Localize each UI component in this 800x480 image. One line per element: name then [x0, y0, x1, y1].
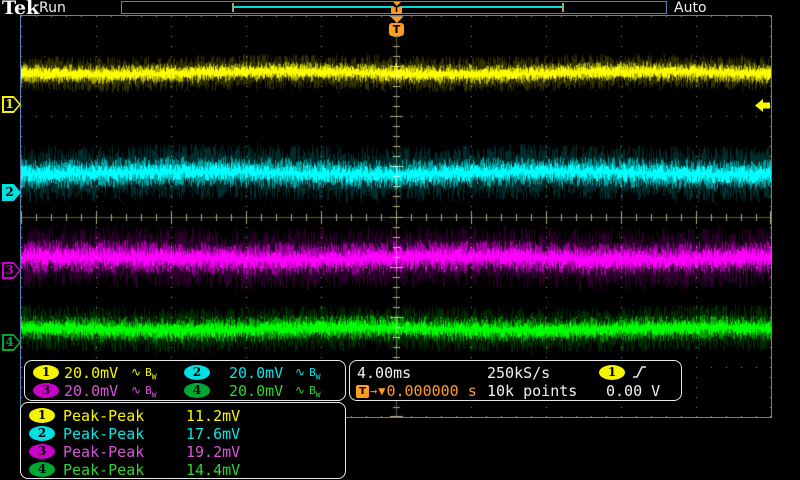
- channel-2-bandwidth-icon: ∿BW: [295, 365, 321, 381]
- channel-readouts: 1 20.0mV ∿BW 2 20.0mV ∿BW 3 20.0mV ∿BW 4…: [24, 360, 346, 401]
- channel-3-bandwidth-icon: ∿BW: [131, 383, 157, 399]
- channel-4-marker[interactable]: 4: [2, 334, 21, 351]
- measurement-row[interactable]: 1 Peak-Peak 11.2mV: [21, 407, 345, 425]
- channel-1-scale[interactable]: 20.0mV: [64, 364, 118, 382]
- measurement-label: Peak-Peak: [63, 461, 144, 479]
- channel-1-marker[interactable]: 1: [2, 96, 21, 113]
- channel-3-badge[interactable]: 3: [33, 383, 59, 398]
- channel-3-marker[interactable]: 3: [2, 262, 21, 279]
- trigger-source-badge[interactable]: 1: [599, 365, 625, 380]
- measurement-label: Peak-Peak: [63, 443, 144, 461]
- trigger-position-marker[interactable]: T: [389, 17, 404, 36]
- graticule: [20, 15, 772, 418]
- channel-3-badge: 3: [29, 444, 55, 459]
- trigger-level-icon[interactable]: [754, 98, 771, 113]
- measurement-value: 19.2mV: [186, 443, 240, 461]
- channel-2-badge[interactable]: 2: [184, 365, 210, 380]
- channel-2-scale[interactable]: 20.0mV: [229, 364, 283, 382]
- acquisition-status: Run: [39, 0, 66, 16]
- measurement-value: 14.4mV: [186, 461, 240, 479]
- channel-4-bandwidth-icon: ∿BW: [295, 383, 321, 399]
- horizontal-scale[interactable]: 4.00ms: [357, 364, 411, 382]
- channel-4-badge: 4: [29, 462, 55, 477]
- measurement-row[interactable]: 3 Peak-Peak 19.2mV: [21, 443, 345, 461]
- measurement-label: Peak-Peak: [63, 425, 144, 443]
- channel-4-badge[interactable]: 4: [184, 383, 210, 398]
- channel-2-marker[interactable]: 2: [2, 184, 21, 201]
- arrow-down-icon: ▼: [378, 384, 385, 398]
- measurement-value: 11.2mV: [186, 407, 240, 425]
- record-length: 10k points: [487, 382, 577, 400]
- measurement-label: Peak-Peak: [63, 407, 144, 425]
- measurement-readouts: 1 Peak-Peak 11.2mV 2 Peak-Peak 17.6mV 3 …: [20, 402, 346, 479]
- trigger-t-icon: T: [356, 385, 369, 398]
- arrow-right-icon: →: [370, 384, 377, 398]
- waveform-canvas: [21, 16, 771, 417]
- acquisition-preview-bar[interactable]: T: [121, 1, 667, 14]
- oscilloscope-screen: Tek Run Auto T T 1 2 3 4 1 20: [0, 0, 800, 480]
- channel-1-bandwidth-icon: ∿BW: [131, 365, 157, 381]
- window-end-tick: [562, 3, 564, 12]
- channel-4-scale[interactable]: 20.0mV: [229, 382, 283, 400]
- trigger-mode-status: Auto: [674, 0, 707, 16]
- channel-2-badge: 2: [29, 426, 55, 441]
- channel-3-scale[interactable]: 20.0mV: [64, 382, 118, 400]
- sample-rate: 250kS/s: [487, 364, 550, 382]
- horizontal-trigger-readouts: 4.00ms 250kS/s 1 T→▼0.000000 s 10k point…: [349, 360, 682, 401]
- measurement-row[interactable]: 4 Peak-Peak 14.4mV: [21, 461, 345, 479]
- trigger-position-readout[interactable]: T→▼0.000000 s: [356, 382, 477, 400]
- window-start-tick: [232, 3, 234, 12]
- measurement-value: 17.6mV: [186, 425, 240, 443]
- channel-1-badge[interactable]: 1: [33, 365, 59, 380]
- rising-edge-icon: [631, 365, 648, 380]
- trigger-level[interactable]: 0.00 V: [606, 382, 660, 400]
- trigger-position-bar-icon: T: [391, 2, 402, 14]
- channel-1-badge: 1: [29, 408, 55, 423]
- measurement-row[interactable]: 2 Peak-Peak 17.6mV: [21, 425, 345, 443]
